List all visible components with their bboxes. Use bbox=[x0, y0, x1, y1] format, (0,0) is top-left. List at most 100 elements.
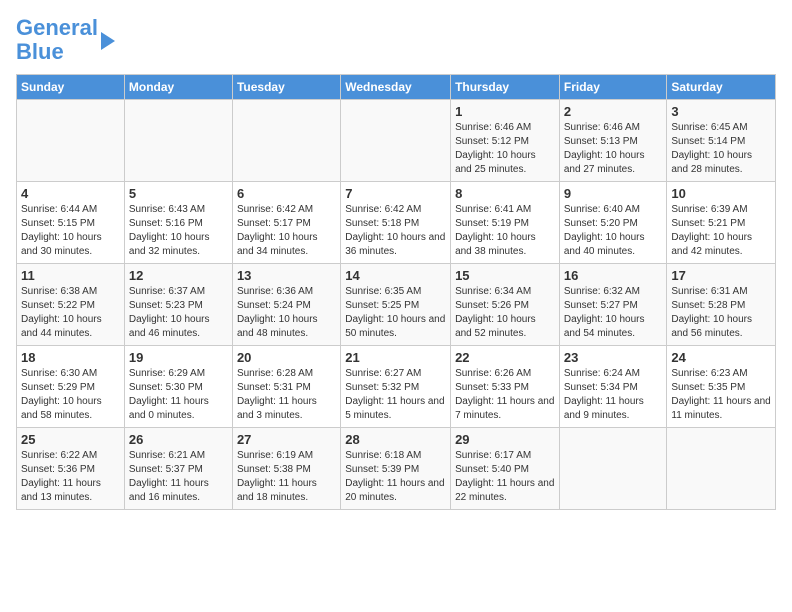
calendar-cell: 20 Sunrise: 6:28 AM Sunset: 5:31 PM Dayli… bbox=[232, 346, 340, 428]
calendar-cell: 2 Sunrise: 6:46 AM Sunset: 5:13 PM Daylig… bbox=[559, 100, 667, 182]
day-info: Sunrise: 6:21 AM Sunset: 5:37 PM Dayligh… bbox=[129, 449, 228, 505]
day-number: 1 bbox=[455, 104, 555, 119]
day-number: 29 bbox=[455, 432, 555, 447]
calendar-cell: 1Sunrise: 6:46 AM Sunset: 5:12 PM Daylig… bbox=[451, 100, 560, 182]
day-info: Sunrise: 6:44 AM Sunset: 5:15 PM Dayligh… bbox=[21, 203, 120, 259]
day-number: 15 bbox=[455, 268, 555, 283]
calendar-week-2: 11 Sunrise: 6:38 AM Sunset: 5:22 PM Dayli… bbox=[17, 264, 776, 346]
day-number: 22 bbox=[455, 350, 555, 365]
calendar-body: 1Sunrise: 6:46 AM Sunset: 5:12 PM Daylig… bbox=[17, 100, 776, 510]
calendar-cell bbox=[341, 100, 451, 182]
day-info: Sunrise: 6:41 AM Sunset: 5:19 PM Dayligh… bbox=[455, 203, 555, 259]
day-info: Sunrise: 6:43 AM Sunset: 5:16 PM Dayligh… bbox=[129, 203, 228, 259]
day-info: Sunrise: 6:31 AM Sunset: 5:28 PM Dayligh… bbox=[671, 285, 771, 341]
calendar-cell: 9 Sunrise: 6:40 AM Sunset: 5:20 PM Daylig… bbox=[559, 182, 667, 264]
day-number: 27 bbox=[237, 432, 336, 447]
weekday-header-row: SundayMondayTuesdayWednesdayThursdayFrid… bbox=[17, 75, 776, 100]
calendar-cell: 24 Sunrise: 6:23 AM Sunset: 5:35 PM Dayli… bbox=[667, 346, 776, 428]
calendar-cell: 10 Sunrise: 6:39 AM Sunset: 5:21 PM Dayli… bbox=[667, 182, 776, 264]
day-number: 26 bbox=[129, 432, 228, 447]
day-info: Sunrise: 6:18 AM Sunset: 5:39 PM Dayligh… bbox=[345, 449, 446, 505]
calendar-cell: 23 Sunrise: 6:24 AM Sunset: 5:34 PM Dayli… bbox=[559, 346, 667, 428]
day-info: Sunrise: 6:30 AM Sunset: 5:29 PM Dayligh… bbox=[21, 367, 120, 423]
day-number: 28 bbox=[345, 432, 446, 447]
weekday-header-tuesday: Tuesday bbox=[232, 75, 340, 100]
day-info: Sunrise: 6:40 AM Sunset: 5:20 PM Dayligh… bbox=[564, 203, 663, 259]
day-number: 7 bbox=[345, 186, 446, 201]
calendar-cell: 11 Sunrise: 6:38 AM Sunset: 5:22 PM Dayli… bbox=[17, 264, 125, 346]
day-info: Sunrise: 6:38 AM Sunset: 5:22 PM Dayligh… bbox=[21, 285, 120, 341]
calendar-cell: 15 Sunrise: 6:34 AM Sunset: 5:26 PM Dayli… bbox=[451, 264, 560, 346]
day-number: 25 bbox=[21, 432, 120, 447]
day-info: Sunrise: 6:24 AM Sunset: 5:34 PM Dayligh… bbox=[564, 367, 663, 423]
calendar-cell: 28 Sunrise: 6:18 AM Sunset: 5:39 PM Dayli… bbox=[341, 428, 451, 510]
day-info: Sunrise: 6:26 AM Sunset: 5:33 PM Dayligh… bbox=[455, 367, 555, 423]
calendar-cell: 8 Sunrise: 6:41 AM Sunset: 5:19 PM Daylig… bbox=[451, 182, 560, 264]
day-info: Sunrise: 6:34 AM Sunset: 5:26 PM Dayligh… bbox=[455, 285, 555, 341]
calendar-cell: 17 Sunrise: 6:31 AM Sunset: 5:28 PM Dayli… bbox=[667, 264, 776, 346]
day-info: Sunrise: 6:37 AM Sunset: 5:23 PM Dayligh… bbox=[129, 285, 228, 341]
calendar-cell: 27 Sunrise: 6:19 AM Sunset: 5:38 PM Dayli… bbox=[232, 428, 340, 510]
calendar-cell: 14Sunrise: 6:35 AM Sunset: 5:25 PM Dayli… bbox=[341, 264, 451, 346]
day-info: Sunrise: 6:27 AM Sunset: 5:32 PM Dayligh… bbox=[345, 367, 446, 423]
day-number: 14 bbox=[345, 268, 446, 283]
day-number: 21 bbox=[345, 350, 446, 365]
day-number: 13 bbox=[237, 268, 336, 283]
day-info: Sunrise: 6:39 AM Sunset: 5:21 PM Dayligh… bbox=[671, 203, 771, 259]
day-info: Sunrise: 6:36 AM Sunset: 5:24 PM Dayligh… bbox=[237, 285, 336, 341]
calendar-table: SundayMondayTuesdayWednesdayThursdayFrid… bbox=[16, 74, 776, 510]
day-info: Sunrise: 6:32 AM Sunset: 5:27 PM Dayligh… bbox=[564, 285, 663, 341]
day-info: Sunrise: 6:23 AM Sunset: 5:35 PM Dayligh… bbox=[671, 367, 771, 423]
calendar-cell: 13 Sunrise: 6:36 AM Sunset: 5:24 PM Dayli… bbox=[232, 264, 340, 346]
day-info: Sunrise: 6:28 AM Sunset: 5:31 PM Dayligh… bbox=[237, 367, 336, 423]
day-number: 10 bbox=[671, 186, 771, 201]
calendar-cell bbox=[124, 100, 232, 182]
day-info: Sunrise: 6:17 AM Sunset: 5:40 PM Dayligh… bbox=[455, 449, 555, 505]
calendar-cell: 16Sunrise: 6:32 AM Sunset: 5:27 PM Dayli… bbox=[559, 264, 667, 346]
calendar-week-1: 4 Sunrise: 6:44 AM Sunset: 5:15 PM Daylig… bbox=[17, 182, 776, 264]
weekday-header-monday: Monday bbox=[124, 75, 232, 100]
calendar-cell: 29 Sunrise: 6:17 AM Sunset: 5:40 PM Dayli… bbox=[451, 428, 560, 510]
day-number: 20 bbox=[237, 350, 336, 365]
calendar-cell bbox=[232, 100, 340, 182]
calendar-week-3: 18 Sunrise: 6:30 AM Sunset: 5:29 PM Dayli… bbox=[17, 346, 776, 428]
day-info: Sunrise: 6:19 AM Sunset: 5:38 PM Dayligh… bbox=[237, 449, 336, 505]
weekday-header-friday: Friday bbox=[559, 75, 667, 100]
day-number: 19 bbox=[129, 350, 228, 365]
day-number: 9 bbox=[564, 186, 663, 201]
weekday-header-wednesday: Wednesday bbox=[341, 75, 451, 100]
day-info: Sunrise: 6:22 AM Sunset: 5:36 PM Dayligh… bbox=[21, 449, 120, 505]
day-number: 8 bbox=[455, 186, 555, 201]
day-number: 23 bbox=[564, 350, 663, 365]
calendar-week-4: 25 Sunrise: 6:22 AM Sunset: 5:36 PM Dayli… bbox=[17, 428, 776, 510]
calendar-cell: 19 Sunrise: 6:29 AM Sunset: 5:30 PM Dayli… bbox=[124, 346, 232, 428]
calendar-cell bbox=[559, 428, 667, 510]
day-number: 12 bbox=[129, 268, 228, 283]
day-number: 24 bbox=[671, 350, 771, 365]
calendar-week-0: 1Sunrise: 6:46 AM Sunset: 5:12 PM Daylig… bbox=[17, 100, 776, 182]
day-number: 3 bbox=[671, 104, 771, 119]
day-info: Sunrise: 6:29 AM Sunset: 5:30 PM Dayligh… bbox=[129, 367, 228, 423]
weekday-header-saturday: Saturday bbox=[667, 75, 776, 100]
day-number: 11 bbox=[21, 268, 120, 283]
page-header: General Blue bbox=[16, 16, 776, 64]
day-number: 5 bbox=[129, 186, 228, 201]
calendar-cell: 26 Sunrise: 6:21 AM Sunset: 5:37 PM Dayli… bbox=[124, 428, 232, 510]
calendar-cell: 21 Sunrise: 6:27 AM Sunset: 5:32 PM Dayli… bbox=[341, 346, 451, 428]
day-number: 18 bbox=[21, 350, 120, 365]
calendar-cell: 7Sunrise: 6:42 AM Sunset: 5:18 PM Daylig… bbox=[341, 182, 451, 264]
day-number: 6 bbox=[237, 186, 336, 201]
weekday-header-thursday: Thursday bbox=[451, 75, 560, 100]
day-info: Sunrise: 6:42 AM Sunset: 5:17 PM Dayligh… bbox=[237, 203, 336, 259]
day-info: Sunrise: 6:46 AM Sunset: 5:13 PM Dayligh… bbox=[564, 121, 663, 177]
day-number: 4 bbox=[21, 186, 120, 201]
calendar-cell: 18 Sunrise: 6:30 AM Sunset: 5:29 PM Dayli… bbox=[17, 346, 125, 428]
calendar-cell bbox=[667, 428, 776, 510]
calendar-cell: 22 Sunrise: 6:26 AM Sunset: 5:33 PM Dayli… bbox=[451, 346, 560, 428]
day-number: 17 bbox=[671, 268, 771, 283]
day-number: 2 bbox=[564, 104, 663, 119]
calendar-cell: 4 Sunrise: 6:44 AM Sunset: 5:15 PM Daylig… bbox=[17, 182, 125, 264]
calendar-cell: 12 Sunrise: 6:37 AM Sunset: 5:23 PM Dayli… bbox=[124, 264, 232, 346]
calendar-cell bbox=[17, 100, 125, 182]
weekday-header-sunday: Sunday bbox=[17, 75, 125, 100]
